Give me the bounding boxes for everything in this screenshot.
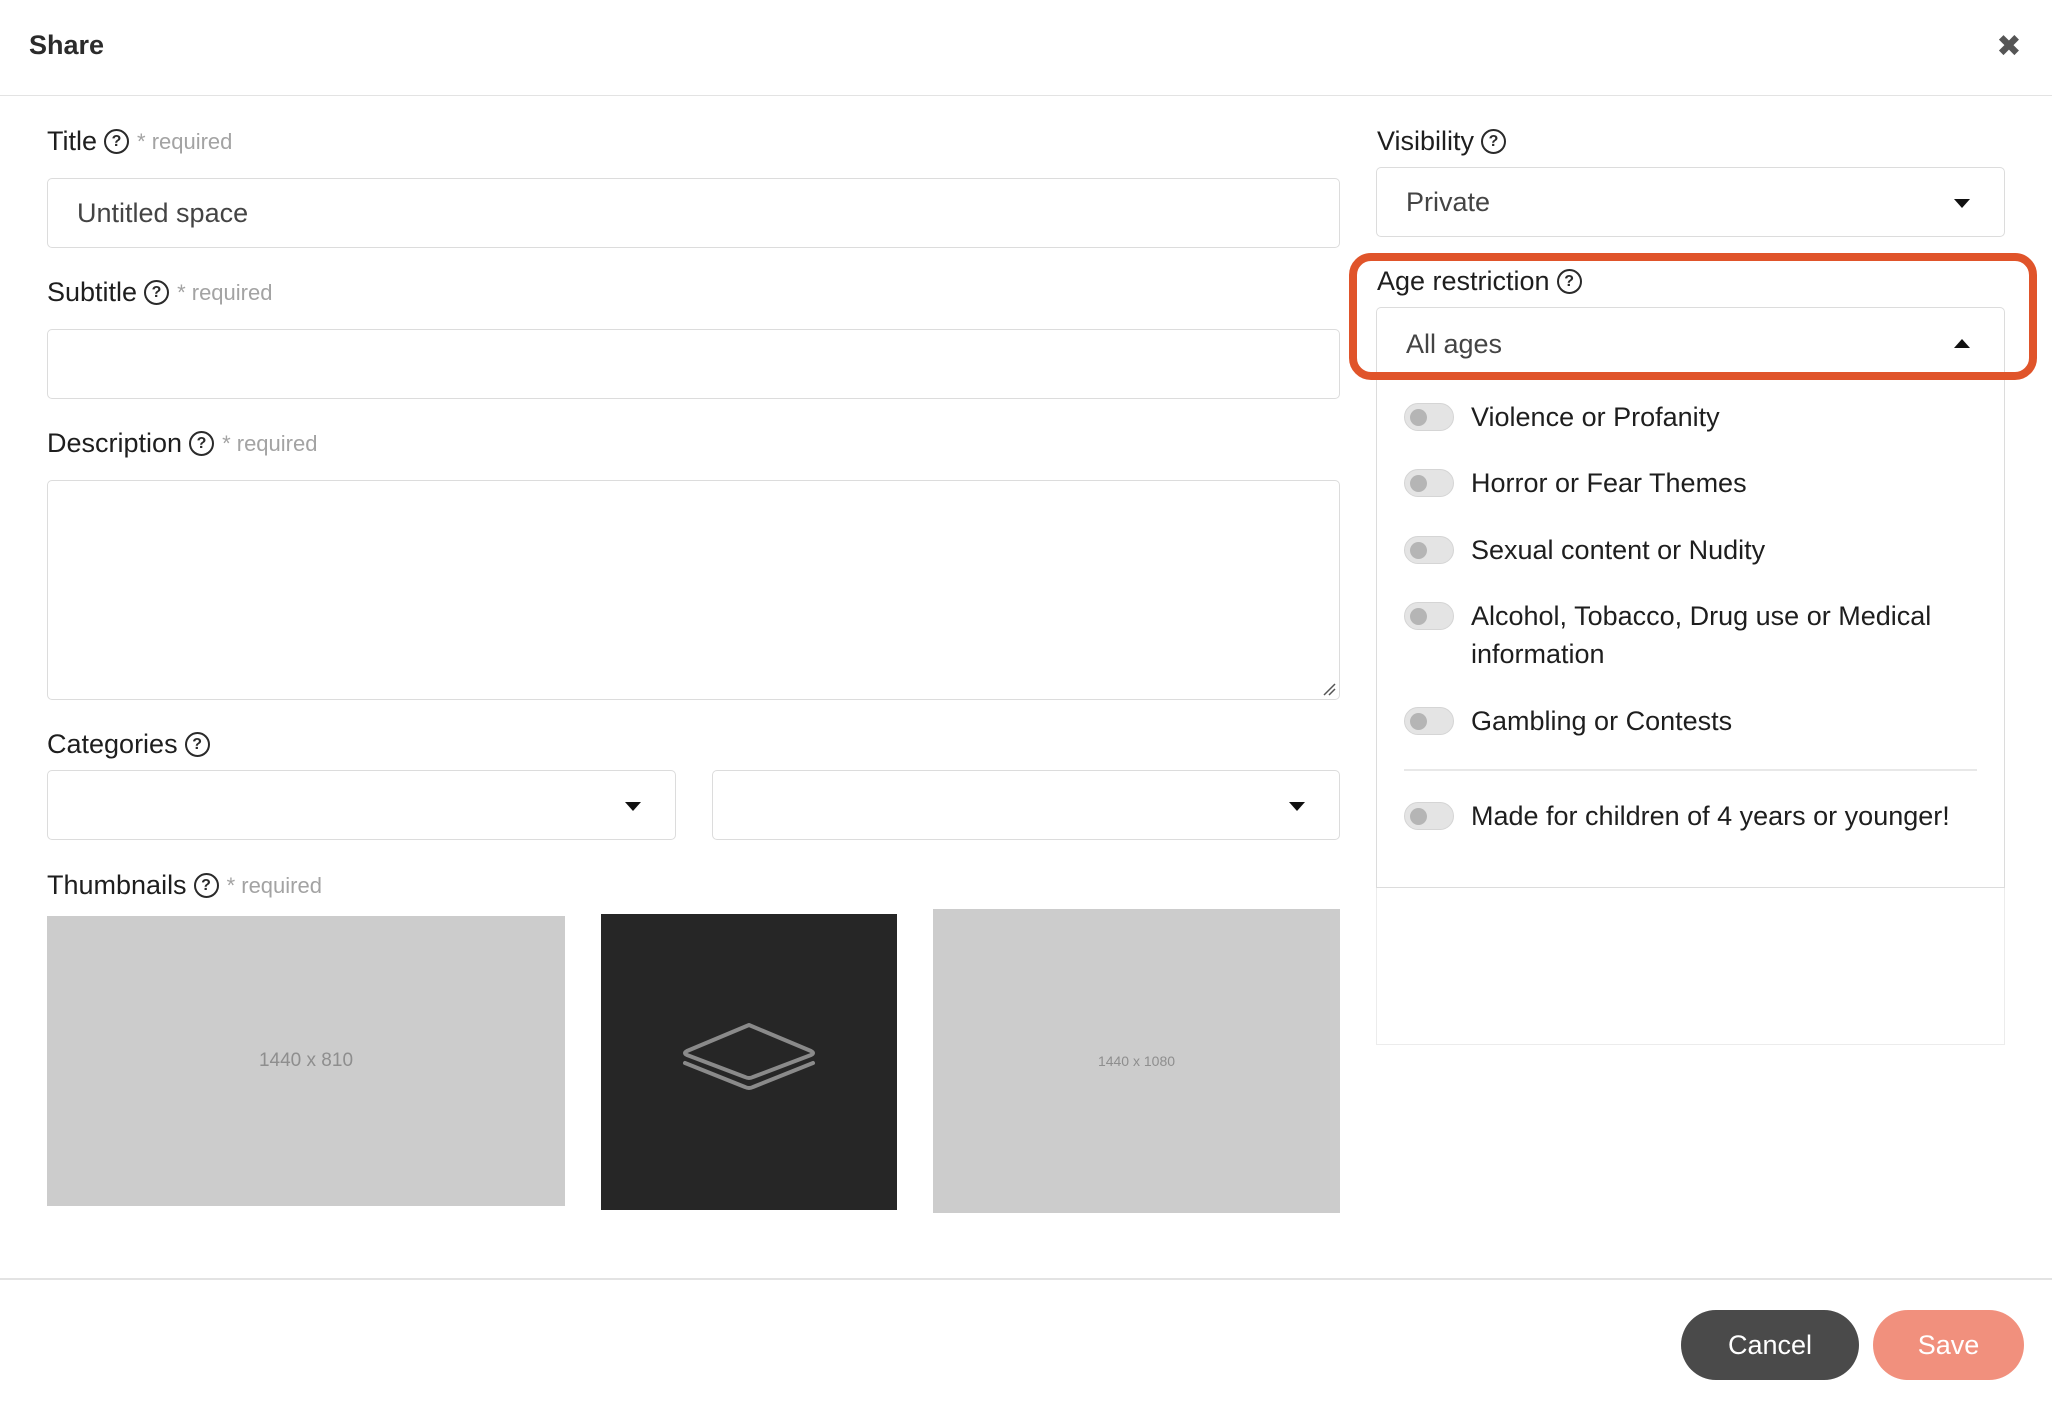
help-icon[interactable]: ? [144,280,170,305]
option-label: Sexual content or Nudity [1471,535,1766,565]
description-label: Description [47,428,183,458]
resize-grip-icon[interactable] [1322,682,1336,696]
category-select-primary[interactable] [47,770,676,840]
thumbnail-4x3[interactable]: 1440 x 1080 [933,909,1340,1213]
description-textarea[interactable] [47,480,1340,700]
toggle-switch[interactable] [1404,403,1454,431]
chevron-down-icon [625,802,641,811]
help-icon[interactable]: ? [184,732,210,757]
option-label: Alcohol, Tobacco, Drug use or Medical in… [1471,601,1932,669]
toggle-switch[interactable] [1404,602,1454,630]
option-gambling[interactable]: Gambling or Contests [1404,702,1732,740]
chevron-down-icon [1954,199,1970,208]
categories-label-row: Categories ? [47,729,210,760]
save-button[interactable]: Save [1873,1310,2024,1380]
highlight-annotation [1349,253,2037,380]
dialog-header: Share ✖ [0,0,2052,96]
required-hint: * required [137,128,233,154]
title-input-value: Untitled space [77,197,249,228]
category-select-secondary[interactable] [712,770,1340,840]
close-icon[interactable]: ✖ [1992,30,2026,64]
help-icon[interactable]: ? [1481,129,1507,154]
visibility-label: Visibility [1377,126,1475,156]
subtitle-label: Subtitle [47,277,138,307]
visibility-label-row: Visibility ? [1377,126,1507,157]
visibility-select[interactable]: Private [1376,167,2005,237]
option-label: Horror or Fear Themes [1471,468,1747,498]
toggle-switch[interactable] [1404,802,1454,830]
title-label-row: Title ? * required [47,126,232,157]
description-label-row: Description ? * required [47,428,317,459]
help-icon[interactable]: ? [193,873,219,898]
option-alcohol-drugs[interactable]: Alcohol, Tobacco, Drug use or Medical in… [1404,597,1991,673]
option-label: Made for children of 4 years or younger! [1471,801,1950,831]
categories-label: Categories [47,729,178,759]
divider [1404,769,1977,771]
title-input[interactable]: Untitled space [47,178,1340,248]
thumbnail-caption: 1440 x 810 [258,1050,354,1071]
chevron-down-icon [1289,802,1305,811]
option-sexual-content[interactable]: Sexual content or Nudity [1404,531,1765,569]
option-violence[interactable]: Violence or Profanity [1404,398,1720,436]
title-label: Title [47,126,98,156]
thumbnail-16x9[interactable]: 1440 x 810 [47,916,565,1206]
subtitle-input[interactable] [47,329,1340,399]
help-icon[interactable]: ? [189,431,215,456]
layers-icon [683,1023,815,1090]
dialog-title: Share [29,30,105,60]
required-hint: * required [177,279,273,305]
toggle-switch[interactable] [1404,536,1454,564]
thumbnail-square[interactable] [601,914,897,1210]
subtitle-label-row: Subtitle ? * required [47,277,272,308]
side-panel-area [1376,888,2005,1045]
toggle-switch[interactable] [1404,707,1454,735]
option-made-for-children[interactable]: Made for children of 4 years or younger! [1404,797,1950,835]
toggle-switch[interactable] [1404,469,1454,497]
required-hint: * required [222,430,318,456]
option-label: Gambling or Contests [1471,706,1733,736]
footer-divider [0,1278,2052,1280]
required-hint: * required [226,872,322,898]
thumbnails-label-row: Thumbnails ? * required [47,870,322,901]
option-label: Violence or Profanity [1471,402,1720,432]
help-icon[interactable]: ? [104,129,130,154]
thumbnail-caption: 1440 x 1080 [1097,1053,1176,1069]
option-horror[interactable]: Horror or Fear Themes [1404,464,1747,502]
thumbnails-label: Thumbnails [47,870,187,900]
cancel-button[interactable]: Cancel [1681,1310,1859,1380]
visibility-value: Private [1406,186,1491,217]
